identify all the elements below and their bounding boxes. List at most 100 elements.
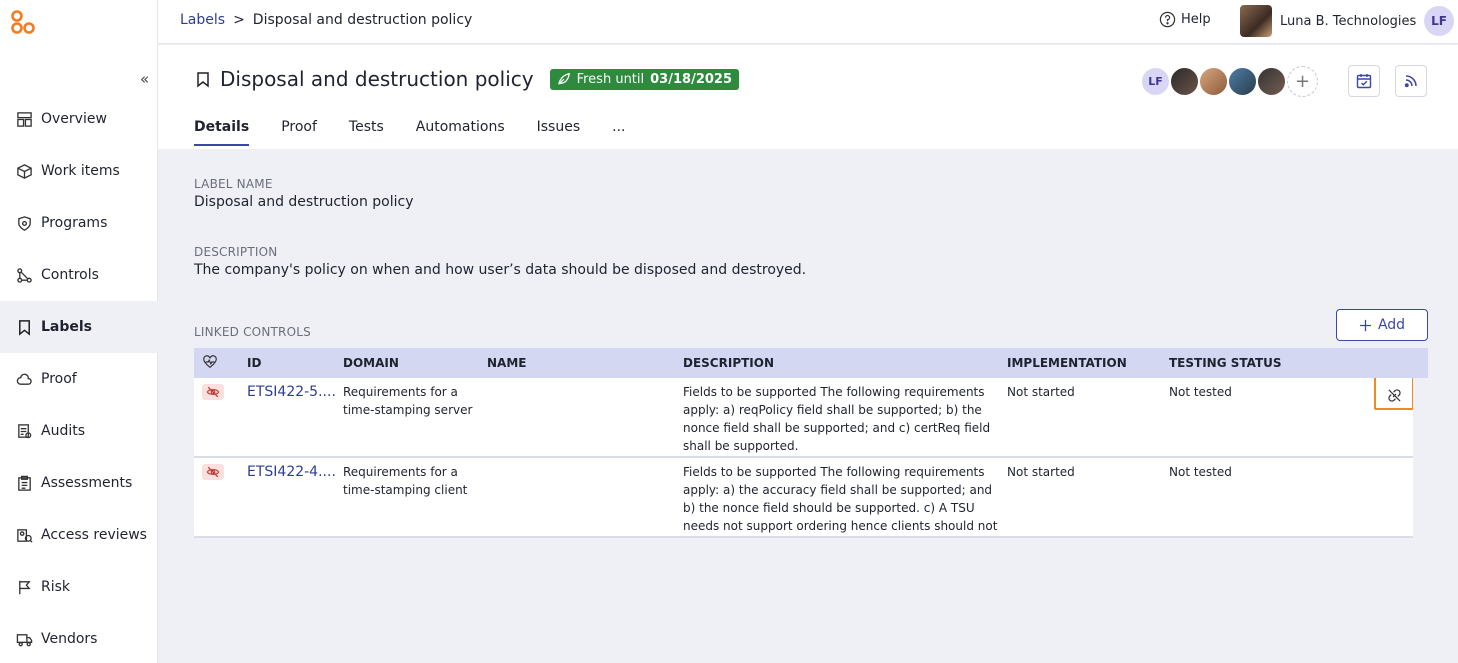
sidebar-item-label: Controls <box>41 267 99 283</box>
sidebar-item-label: Assessments <box>41 475 133 491</box>
user-avatar[interactable]: LF <box>1424 6 1454 36</box>
leaf-icon <box>557 72 570 85</box>
audit-icon <box>15 422 33 440</box>
sidebar: « Overview Work items Programs Controls … <box>0 0 158 663</box>
description-cell: Fields to be supported The following req… <box>683 465 998 533</box>
tab-automations[interactable]: Automations <box>416 119 505 146</box>
assignee-avatar[interactable] <box>1256 66 1287 97</box>
app-logo-icon[interactable] <box>10 9 36 35</box>
fresh-prefix: Fresh until <box>576 71 645 87</box>
breadcrumb: Labels > Disposal and destruction policy <box>180 12 472 28</box>
domain-cell: Requirements for a time-stamping client <box>343 465 468 497</box>
testing-status-column-header[interactable]: TESTING STATUS <box>1169 356 1329 370</box>
linked-controls-title: LINKED CONTROLS <box>194 325 311 339</box>
fresh-badge: Fresh until 03/18/2025 <box>549 68 739 90</box>
nodes-icon <box>15 266 33 284</box>
calendar-button[interactable] <box>1348 65 1380 97</box>
unlink-control-button[interactable] <box>1374 378 1413 410</box>
feed-button[interactable] <box>1395 65 1427 97</box>
assignee-avatar[interactable] <box>1198 66 1229 97</box>
sidebar-item-vendors[interactable]: Vendors <box>0 613 158 663</box>
access-icon <box>15 526 33 544</box>
plus-icon <box>1359 319 1372 331</box>
sidebar-item-labels[interactable]: Labels <box>0 301 158 353</box>
help-button[interactable]: Help <box>1159 11 1211 28</box>
page-header: Disposal and destruction policy Fresh un… <box>158 45 1458 149</box>
details-content: LABEL NAME Disposal and destruction poli… <box>158 149 1458 663</box>
org-name: Luna B. Technologies <box>1280 13 1417 29</box>
assignee-avatar[interactable] <box>1169 66 1200 97</box>
tab-proof[interactable]: Proof <box>281 119 317 146</box>
health-cell <box>194 378 247 456</box>
add-assignee-button[interactable]: + <box>1287 66 1318 97</box>
name-cell <box>487 378 683 456</box>
sidebar-item-audits[interactable]: Audits <box>0 405 158 457</box>
tabs: Details Proof Tests Automations Issues .… <box>194 119 657 146</box>
assignee-avatar[interactable] <box>1227 66 1258 97</box>
label-name-title: LABEL NAME <box>194 177 273 191</box>
tab-details[interactable]: Details <box>194 119 250 146</box>
implementation-column-header[interactable]: IMPLEMENTATION <box>1007 356 1169 370</box>
assignee-avatar[interactable]: LF <box>1140 66 1171 97</box>
breadcrumb-labels-link[interactable]: Labels <box>180 12 225 28</box>
org-switcher[interactable]: Luna B. Technologies <box>1240 5 1416 37</box>
sidebar-item-risk[interactable]: Risk <box>0 561 158 613</box>
sidebar-item-label: Access reviews <box>41 527 147 543</box>
tab-issues[interactable]: Issues <box>537 119 581 146</box>
tab-more[interactable]: ... <box>612 119 625 146</box>
linked-controls-table: ID DOMAIN NAME DESCRIPTION IMPLEMENTATIO… <box>194 348 1428 538</box>
box-icon <box>15 162 33 180</box>
unlink-icon <box>1387 389 1401 402</box>
page-title: Disposal and destruction policy <box>220 67 534 91</box>
add-label: Add <box>1377 317 1406 333</box>
label-name-value: Disposal and destruction policy <box>194 194 414 210</box>
sidebar-item-label: Labels <box>41 319 93 335</box>
name-column-header[interactable]: NAME <box>487 356 683 370</box>
domain-cell: Requirements for a time-stamping server <box>343 385 473 417</box>
testing-status-cell: Not tested <box>1169 385 1232 399</box>
eye-off-icon <box>206 386 220 398</box>
flag-icon <box>15 578 33 596</box>
sidebar-item-proof[interactable]: Proof <box>0 353 158 405</box>
description-column-header[interactable]: DESCRIPTION <box>683 356 1007 370</box>
domain-column-header[interactable]: DOMAIN <box>343 356 487 370</box>
assignees[interactable]: LF + <box>1140 66 1318 97</box>
description-cell: Fields to be supported The following req… <box>683 385 991 453</box>
sidebar-item-label: Vendors <box>41 631 98 647</box>
breadcrumb-current: Disposal and destruction policy <box>252 12 473 28</box>
sidebar-item-label: Overview <box>41 111 107 127</box>
table-row[interactable]: ETSI422-4.... Requirements for a time-st… <box>194 458 1413 538</box>
control-id-link[interactable]: ETSI422-5.... <box>247 384 336 400</box>
sidebar-item-work-items[interactable]: Work items <box>0 145 158 197</box>
org-avatar <box>1240 5 1272 37</box>
cloud-icon <box>15 370 33 388</box>
testing-status-cell: Not tested <box>1169 465 1232 479</box>
top-bar: Labels > Disposal and destruction policy… <box>158 0 1458 44</box>
sidebar-nav: Overview Work items Programs Controls La… <box>0 93 158 663</box>
sidebar-item-label: Audits <box>41 423 86 439</box>
help-label: Help <box>1181 12 1211 27</box>
tab-tests[interactable]: Tests <box>349 119 384 146</box>
id-column-header[interactable]: ID <box>247 356 343 370</box>
sidebar-item-label: Proof <box>41 371 77 387</box>
clipboard-icon <box>15 474 33 492</box>
title-row: Disposal and destruction policy Fresh un… <box>194 67 739 91</box>
hidden-status-badge <box>202 464 224 480</box>
implementation-cell: Not started <box>1007 465 1075 479</box>
collapse-sidebar-button[interactable]: « <box>140 70 149 88</box>
description-value: The company's policy on when and how use… <box>194 262 807 278</box>
label-icon <box>15 318 33 336</box>
table-row[interactable]: ETSI422-5.... Requirements for a time-st… <box>194 378 1413 458</box>
fresh-date: 03/18/2025 <box>650 71 732 87</box>
overview-icon <box>15 110 33 128</box>
sidebar-item-access-reviews[interactable]: Access reviews <box>0 509 158 561</box>
sidebar-item-assessments[interactable]: Assessments <box>0 457 158 509</box>
sidebar-item-label: Risk <box>41 579 71 595</box>
health-column-header[interactable] <box>194 354 247 373</box>
sidebar-item-programs[interactable]: Programs <box>0 197 158 249</box>
name-cell <box>487 458 683 536</box>
control-id-link[interactable]: ETSI422-4.... <box>247 464 336 480</box>
sidebar-item-controls[interactable]: Controls <box>0 249 158 301</box>
sidebar-item-overview[interactable]: Overview <box>0 93 158 145</box>
add-control-button[interactable]: Add <box>1336 309 1428 341</box>
